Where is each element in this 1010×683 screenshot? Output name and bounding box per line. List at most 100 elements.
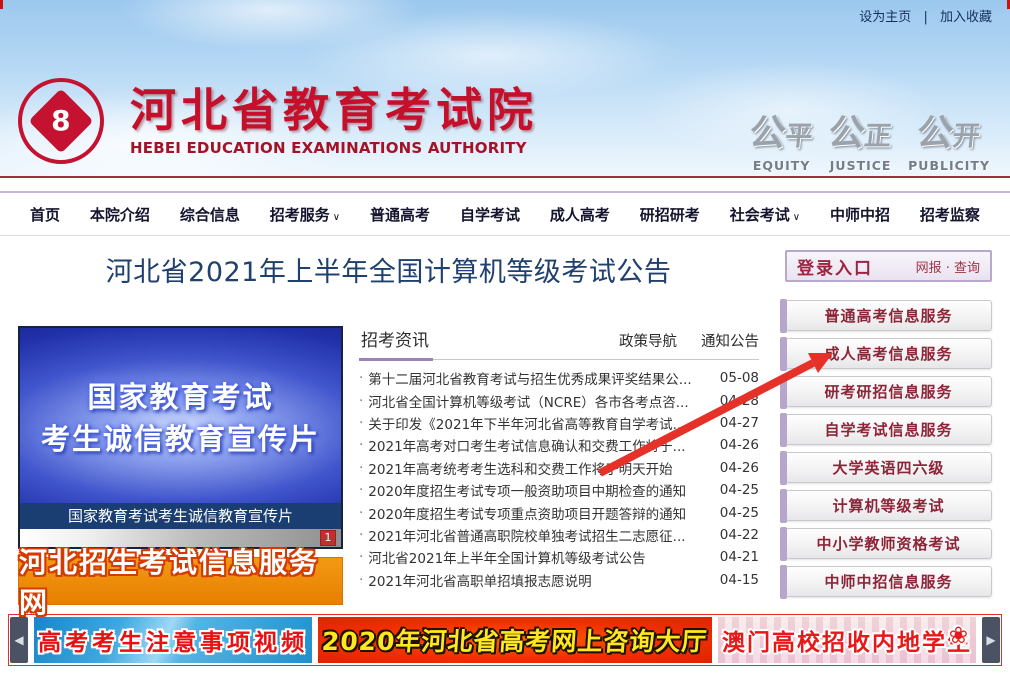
news-item-date: 04-22 bbox=[710, 527, 759, 543]
sidebar-btn-ncre[interactable]: 计算机等级考试 bbox=[785, 490, 992, 521]
nav-label: 本院介绍 bbox=[90, 206, 150, 224]
news-item-title: 2021年河北省普通高职院校单独考试招生二志愿征... bbox=[368, 525, 685, 545]
news-item-date: 04-26 bbox=[710, 437, 759, 453]
sidebar-btn-postgrad-info[interactable]: 研考研招信息服务 bbox=[785, 376, 992, 407]
banner-gaokao-notice-video[interactable]: 高考考生注意事项视频 bbox=[34, 617, 312, 663]
sidebar-btn-label: 计算机等级考试 bbox=[832, 495, 944, 516]
banner-macau-universities[interactable]: 澳门高校招收内地学生❀ bbox=[718, 617, 976, 663]
bullet-icon: · bbox=[359, 370, 363, 386]
nav-item-supervision[interactable]: 招考监察 bbox=[920, 204, 980, 225]
nav-label: 研招研考 bbox=[640, 206, 700, 224]
sidebar-btn-self-study-info[interactable]: 自学考试信息服务 bbox=[785, 414, 992, 445]
chevron-down-icon: ∨ bbox=[793, 212, 800, 223]
bullet-icon: · bbox=[359, 572, 363, 588]
news-item-date: 04-27 bbox=[710, 415, 759, 431]
button-stripe bbox=[780, 527, 787, 561]
news-item-title: 河北省全国计算机等级考试（NCRE）各市各考点咨... bbox=[368, 391, 688, 411]
arrow-right-icon: ▶ bbox=[986, 633, 995, 647]
sidebar-btn-label: 研考研招信息服务 bbox=[824, 381, 952, 402]
sidebar-btn-label: 成人高考信息服务 bbox=[824, 343, 952, 364]
carousel-pager-bar: 1 bbox=[20, 529, 341, 547]
nav-item-social-exams[interactable]: 社会考试∨ bbox=[730, 204, 800, 225]
sidebar-btn-label: 自学考试信息服务 bbox=[824, 419, 952, 440]
nav-item-adult-gaokao[interactable]: 成人高考 bbox=[550, 204, 610, 225]
tab-recruitment-news[interactable]: 招考资讯 bbox=[359, 326, 433, 361]
main-content: 河北省2021年上半年全国计算机等级考试公告 登录入口 网报 · 查询 国家教育… bbox=[0, 250, 1010, 605]
news-item[interactable]: ·2021年河北省高职单招填报志愿说明04-15 bbox=[359, 569, 759, 591]
lotus-icon: ❀ bbox=[949, 623, 970, 649]
sidebar-btn-adult-gaokao-info[interactable]: 成人高考信息服务 bbox=[785, 338, 992, 369]
seal-logo-icon: 8 bbox=[18, 78, 104, 164]
news-item[interactable]: ·2020年度招生考试专项一般资助项目中期检查的通知04-25 bbox=[359, 479, 759, 501]
news-item[interactable]: ·关于印发《2021年下半年河北省高等教育自学考试...04-27 bbox=[359, 412, 759, 434]
tab-policy-guide[interactable]: 政策导航 bbox=[619, 330, 677, 351]
news-item[interactable]: ·第十二届河北省教育考试与招生优秀成果评奖结果公...05-08 bbox=[359, 367, 759, 389]
nav-item-postgraduate[interactable]: 研招研考 bbox=[640, 204, 700, 225]
left-column: 国家教育考试 考生诚信教育宣传片 国家教育考试考生诚信教育宣传片 1 河北招生考… bbox=[18, 300, 343, 605]
bullet-icon: · bbox=[359, 437, 363, 453]
stamp-english: EQUITY bbox=[750, 158, 813, 173]
sidebar-btn-teacher-cert[interactable]: 中小学教师资格考试 bbox=[785, 528, 992, 559]
button-stripe bbox=[780, 565, 787, 599]
add-favorite-link[interactable]: 加入收藏 bbox=[940, 10, 992, 25]
login-entry-title[interactable]: 登录入口 bbox=[797, 254, 873, 279]
news-item-title: 2020年度招生考试专项一般资助项目中期检查的通知 bbox=[368, 480, 686, 500]
news-item[interactable]: ·2021年高考统考考生选科和交费工作将于明天开始04-26 bbox=[359, 457, 759, 479]
banner-label: 2020年河北省高考网上咨询大厅 bbox=[321, 622, 709, 658]
bullet-icon: · bbox=[359, 505, 363, 521]
nav-item-secondary-normal[interactable]: 中师中招 bbox=[830, 204, 890, 225]
nav-item-about[interactable]: 本院介绍 bbox=[90, 204, 150, 225]
bullet-icon: · bbox=[359, 482, 363, 498]
banner-label: 澳门高校招收内地学生 bbox=[722, 623, 972, 657]
button-stripe bbox=[780, 413, 787, 447]
link-separator: | bbox=[923, 10, 927, 25]
nav-label: 综合信息 bbox=[180, 206, 240, 224]
banner-label: 河北招生考试信息服务网 bbox=[19, 541, 342, 621]
news-item[interactable]: ·2021年河北省普通高职院校单独考试招生二志愿征...04-22 bbox=[359, 524, 759, 546]
nav-label: 社会考试 bbox=[730, 206, 790, 224]
tab-notices[interactable]: 通知公告 bbox=[701, 330, 759, 351]
stamp-char: 公 bbox=[915, 113, 955, 154]
stamp-char: 公 bbox=[827, 113, 867, 154]
carousel-next-button[interactable]: ▶ bbox=[982, 617, 1000, 663]
nav-item-home[interactable]: 首页 bbox=[30, 204, 60, 225]
login-report-query-links[interactable]: 网报 · 查询 bbox=[916, 257, 980, 276]
nav-item-general-info[interactable]: 综合信息 bbox=[180, 204, 240, 225]
nav-item-regular-gaokao[interactable]: 普通高考 bbox=[370, 204, 430, 225]
hebei-info-service-banner[interactable]: 河北招生考试信息服务网 bbox=[18, 557, 343, 605]
stamp-english: PUBLICITY bbox=[908, 158, 990, 173]
nav-item-self-study-exam[interactable]: 自学考试 bbox=[460, 204, 520, 225]
service-sidebar: 普通高考信息服务 成人高考信息服务 研考研招信息服务 自学考试信息服务 大学英语… bbox=[785, 300, 992, 605]
sidebar-btn-label: 大学英语四六级 bbox=[832, 457, 944, 478]
video-caption[interactable]: 国家教育考试考生诚信教育宣传片 bbox=[20, 503, 341, 529]
banner-online-consultation-hall[interactable]: 2020年河北省高考网上咨询大厅 bbox=[318, 617, 712, 663]
news-item[interactable]: ·河北省2021年上半年全国计算机等级考试公告04-21 bbox=[359, 546, 759, 568]
video-poster[interactable]: 国家教育考试 考生诚信教育宣传片 bbox=[20, 328, 341, 503]
carousel-page-indicator[interactable]: 1 bbox=[320, 530, 336, 546]
news-item[interactable]: ·2021年高考对口考生考试信息确认和交费工作将于...04-26 bbox=[359, 434, 759, 456]
nav-label: 首页 bbox=[30, 206, 60, 224]
nav-label: 招考服务 bbox=[270, 206, 330, 224]
featured-announcement-headline[interactable]: 河北省2021年上半年全国计算机等级考试公告 bbox=[18, 250, 759, 289]
button-stripe bbox=[780, 451, 787, 485]
set-homepage-link[interactable]: 设为主页 bbox=[859, 10, 911, 25]
sidebar-btn-label: 普通高考信息服务 bbox=[824, 305, 952, 326]
stamp-char: 开 bbox=[951, 121, 981, 152]
news-item-date: 05-08 bbox=[710, 370, 759, 386]
chevron-down-icon: ∨ bbox=[333, 212, 340, 223]
news-item-date: 04-21 bbox=[710, 549, 759, 565]
site-logo[interactable]: 8 河北省教育考试院 HEBEI EDUCATION EXAMINATIONS … bbox=[18, 78, 538, 164]
news-item[interactable]: ·河北省全国计算机等级考试（NCRE）各市各考点咨...04-28 bbox=[359, 389, 759, 411]
carousel-prev-button[interactable]: ◀ bbox=[10, 617, 28, 663]
page-edge-mark bbox=[0, 0, 3, 9]
sidebar-btn-secondary-normal-info[interactable]: 中师中招信息服务 bbox=[785, 566, 992, 597]
sidebar-btn-cet46[interactable]: 大学英语四六级 bbox=[785, 452, 992, 483]
news-header: 招考资讯 政策导航 通知公告 bbox=[359, 326, 759, 360]
stamp-char: 平 bbox=[784, 121, 814, 152]
nav-item-recruitment-services[interactable]: 招考服务∨ bbox=[270, 204, 340, 225]
main-navigation: 首页 本院介绍 综合信息 招考服务∨ 普通高考 自学考试 成人高考 研招研考 社… bbox=[0, 191, 1010, 236]
sidebar-btn-gaokao-info[interactable]: 普通高考信息服务 bbox=[785, 300, 992, 331]
news-item-title: 河北省2021年上半年全国计算机等级考试公告 bbox=[368, 547, 645, 567]
news-item[interactable]: ·2020年度招生考试专项重点资助项目开题答辩的通知04-25 bbox=[359, 501, 759, 523]
top-utility-links: 设为主页 | 加入收藏 bbox=[855, 6, 996, 25]
